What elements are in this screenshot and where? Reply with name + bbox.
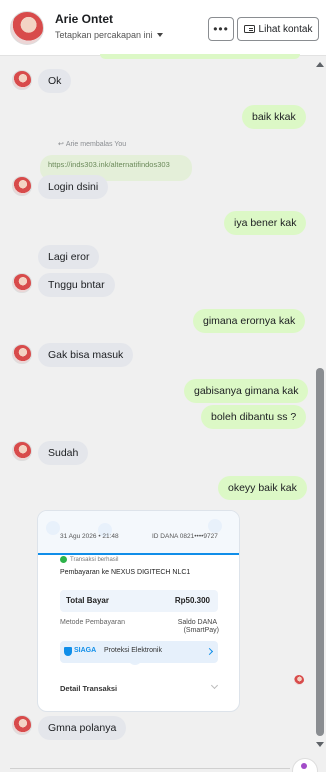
sender-avatar[interactable] (12, 441, 32, 461)
watermark-icon (208, 519, 222, 533)
method-value: Saldo DANA (177, 619, 217, 626)
incoming-message[interactable]: Sudah (38, 441, 89, 465)
receipt-total-row: Total Bayar Rp50.300 (60, 590, 218, 612)
shield-icon (64, 647, 72, 656)
outgoing-message[interactable]: gimana erornya kak (193, 309, 306, 333)
incoming-message[interactable]: Gmna polanya (38, 716, 127, 740)
watermark-icon (46, 521, 60, 535)
incoming-message[interactable]: Gak bisa masuk (38, 343, 134, 367)
more-options-button[interactable]: ••• (208, 17, 234, 41)
incoming-message[interactable]: Lagi eror (38, 245, 100, 269)
incoming-message[interactable]: Tnggu bntar (38, 273, 115, 297)
pin-conversation-dropdown[interactable]: Tetapkan percakapan ini (55, 30, 163, 40)
caret-down-icon (156, 33, 163, 37)
sender-avatar[interactable] (12, 715, 32, 735)
receipt-merchant: Pembayaran ke NEXUS DIGITECH NLC1 (60, 569, 191, 576)
sender-avatar[interactable] (12, 273, 32, 293)
view-contact-label: Lihat kontak (258, 23, 313, 35)
method-label: Metode Pembayaran (60, 619, 125, 626)
outgoing-message[interactable]: boleh dibantu ss ? (201, 405, 307, 429)
outgoing-message[interactable]: iya bener kak (224, 211, 307, 235)
sender-avatar[interactable] (12, 176, 32, 196)
sender-avatar[interactable] (12, 344, 32, 364)
chevron-right-icon (205, 647, 214, 656)
emoji-icon (301, 763, 307, 769)
scroll-down-arrow-icon[interactable] (316, 742, 324, 747)
incoming-message[interactable]: Ok (38, 69, 72, 93)
outgoing-message[interactable]: gabisanya gimana kak (184, 379, 309, 403)
total-value: Rp50.300 (174, 596, 210, 605)
siaga-brand: SIAGA (74, 647, 97, 654)
detail-label: Detail Transaksi (60, 684, 118, 693)
total-label: Total Bayar (66, 596, 109, 605)
outgoing-message[interactable]: okeyy baik kak (218, 476, 307, 500)
scrollbar-thumb[interactable] (316, 368, 324, 736)
reply-label-text: Arie membalas You (65, 140, 127, 148)
chat-area: Ok baik kkak ↩ Arie membalas You https:/… (0, 54, 326, 772)
sender-avatar[interactable] (12, 70, 32, 90)
reply-indicator: ↩ Arie membalas You (58, 140, 127, 149)
incoming-message[interactable]: Login dsini (38, 175, 109, 199)
composer-divider (10, 768, 290, 769)
contact-name[interactable]: Arie Ontet (55, 12, 113, 26)
reply-arrow-icon: ↩ (58, 141, 64, 148)
contact-avatar[interactable] (10, 11, 44, 45)
view-contact-button[interactable]: Lihat kontak (237, 17, 319, 41)
siaga-text: Proteksi Elektronik (104, 647, 162, 654)
siaga-protection-row: SIAGA Proteksi Elektronik (60, 641, 218, 663)
receipt-status-text: Transaksi berhasil (70, 556, 119, 563)
pin-label: Tetapkan percakapan ini (55, 30, 153, 40)
scroll-up-arrow-icon[interactable] (316, 62, 324, 67)
contact-card-icon (243, 25, 255, 33)
receipt-status: Transaksi berhasil (60, 556, 118, 563)
read-receipt-avatar (294, 675, 304, 685)
success-check-icon (60, 556, 67, 563)
receipt-id: ID DANA 0821••••9727 (152, 533, 218, 540)
chevron-down-icon (210, 681, 219, 690)
payment-receipt-image[interactable]: 31 Agu 2026 • 21:48 ID DANA 0821••••9727… (37, 510, 240, 712)
chat-header: Arie Ontet Tetapkan percakapan ini ••• L… (0, 0, 326, 56)
outgoing-message[interactable]: baik kkak (242, 105, 306, 129)
previous-message-stub (100, 54, 300, 59)
receipt-date: 31 Agu 2026 • 21:48 (60, 533, 119, 540)
method-value-sub: (SmartPay) (183, 627, 219, 634)
more-options-label: ••• (213, 22, 229, 36)
